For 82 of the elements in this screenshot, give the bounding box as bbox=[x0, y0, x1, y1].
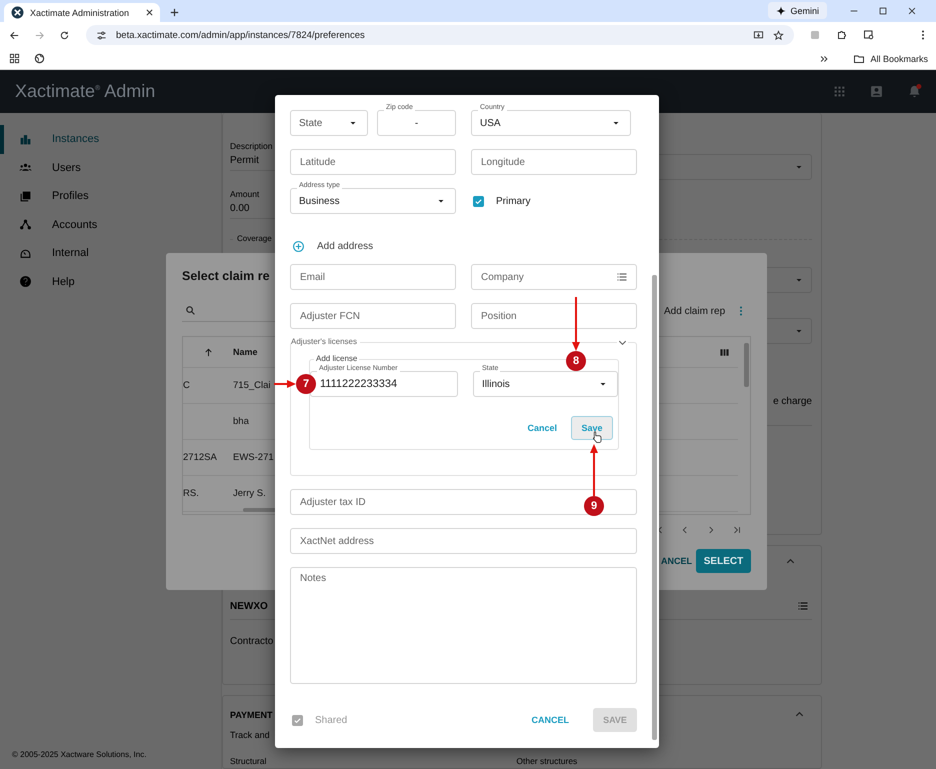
new-tab-icon[interactable] bbox=[169, 7, 180, 18]
install-icon[interactable] bbox=[753, 30, 764, 40]
sidebar-item[interactable]: Profiles bbox=[0, 182, 221, 210]
text-field[interactable]: Latitude bbox=[290, 149, 456, 175]
annotation-arrow bbox=[590, 444, 598, 496]
table-cell: Jerry S. bbox=[233, 488, 266, 499]
text-field[interactable]: Company bbox=[471, 264, 637, 290]
folder-icon bbox=[853, 52, 866, 64]
browser-tab[interactable]: Xactimate Administration bbox=[4, 3, 160, 22]
tab-search-icon[interactable] bbox=[863, 29, 875, 41]
pointer-cursor-icon bbox=[592, 430, 604, 444]
app-logo-icon bbox=[11, 6, 24, 19]
select-button[interactable]: SELECT bbox=[696, 549, 751, 573]
checkbox-label: Primary bbox=[496, 196, 530, 206]
sort-ascending-icon bbox=[203, 346, 214, 358]
dialog-title: Select claim re bbox=[182, 269, 270, 283]
checkbox-label: Shared bbox=[315, 714, 348, 726]
close-icon[interactable] bbox=[145, 8, 154, 17]
chevrons-icon[interactable] bbox=[819, 54, 830, 64]
puzzle-icon[interactable] bbox=[836, 29, 848, 41]
maximize-icon[interactable] bbox=[878, 6, 888, 16]
section-subtitle: Track and bbox=[230, 730, 271, 740]
column-header[interactable]: Name bbox=[233, 347, 258, 357]
table-cell: EWS-271 bbox=[233, 452, 274, 463]
table-cell-text: 2712SA bbox=[183, 452, 218, 463]
star-icon[interactable] bbox=[773, 30, 784, 40]
sparkle-icon bbox=[776, 6, 786, 16]
sidebar-item[interactable]: Users bbox=[0, 154, 221, 182]
gemini-button[interactable]: Gemini bbox=[768, 2, 827, 19]
globe-icon[interactable] bbox=[34, 53, 45, 64]
bookmarks-button[interactable]: All Bookmarks bbox=[853, 52, 928, 64]
table-cell: 715_Clai bbox=[233, 380, 270, 391]
list-icon[interactable] bbox=[616, 271, 628, 283]
table-cell-text: RS. bbox=[183, 488, 200, 499]
cancel-button[interactable]: ANCEL bbox=[661, 556, 692, 566]
close-icon[interactable] bbox=[907, 6, 917, 16]
group-label: Coverage bbox=[234, 234, 275, 243]
text-field[interactable]: Position bbox=[471, 303, 637, 329]
checkbox[interactable] bbox=[473, 196, 484, 206]
sidebar-icon bbox=[19, 190, 32, 203]
scrollbar[interactable] bbox=[744, 343, 749, 387]
field-label: Structural bbox=[230, 756, 266, 766]
search-icon bbox=[185, 305, 196, 316]
table-cell-text: C bbox=[183, 380, 191, 391]
annotation-arrow bbox=[274, 380, 296, 388]
add-link[interactable]: Add claim rep bbox=[664, 306, 726, 316]
section-label: Add license bbox=[314, 354, 360, 363]
app-logo: Xactimate$^{®}$ Admin bbox=[15, 81, 156, 102]
field-label: Other structures bbox=[516, 756, 578, 766]
text-field[interactable]: XactNet address bbox=[290, 528, 637, 554]
back-icon[interactable] bbox=[9, 30, 20, 40]
site-settings-icon[interactable] bbox=[96, 30, 107, 40]
field-value: NEWXO bbox=[230, 600, 268, 612]
sidebar-icon bbox=[19, 218, 32, 232]
list-icon[interactable] bbox=[797, 600, 809, 612]
scrollbar[interactable] bbox=[652, 275, 657, 740]
dropdown[interactable]: State bbox=[290, 110, 368, 136]
text-field[interactable]: - bbox=[377, 110, 456, 136]
text-field[interactable]: 1111222233334 bbox=[310, 371, 458, 397]
text-field[interactable]: Longitude bbox=[471, 149, 637, 175]
text-field[interactable]: Adjuster FCN bbox=[290, 303, 456, 329]
copyright-text: © 2005-2025 Xactware Solutions, Inc. bbox=[11, 750, 148, 761]
columns-icon[interactable] bbox=[719, 346, 730, 358]
apps-icon[interactable] bbox=[9, 53, 20, 64]
annotation-arrow bbox=[572, 297, 580, 351]
address-bar[interactable]: beta.xactimate.com/admin/app/instances/7824/preferences bbox=[86, 25, 794, 45]
section-title: PAYMENT bbox=[230, 710, 273, 720]
sidebar-icon bbox=[19, 275, 32, 288]
sidebar-item[interactable]: Accounts bbox=[0, 210, 221, 239]
text-field[interactable]: Email bbox=[290, 264, 456, 290]
sidebar-item[interactable]: Internal bbox=[0, 239, 221, 268]
section-label: Adjuster's licenses bbox=[291, 337, 360, 346]
field-label: Contracto bbox=[230, 636, 274, 647]
sidebar-icon bbox=[19, 132, 32, 146]
plus-circle-icon bbox=[292, 240, 305, 252]
field-label: Amount bbox=[230, 189, 260, 199]
add-address-button[interactable]: Add address bbox=[290, 235, 390, 257]
reload-icon[interactable] bbox=[59, 30, 70, 40]
table-cell: bha bbox=[233, 416, 249, 427]
notes-field[interactable]: Notes bbox=[290, 567, 637, 684]
field-label: Description bbox=[230, 141, 274, 151]
last-page-icon[interactable] bbox=[732, 525, 742, 535]
